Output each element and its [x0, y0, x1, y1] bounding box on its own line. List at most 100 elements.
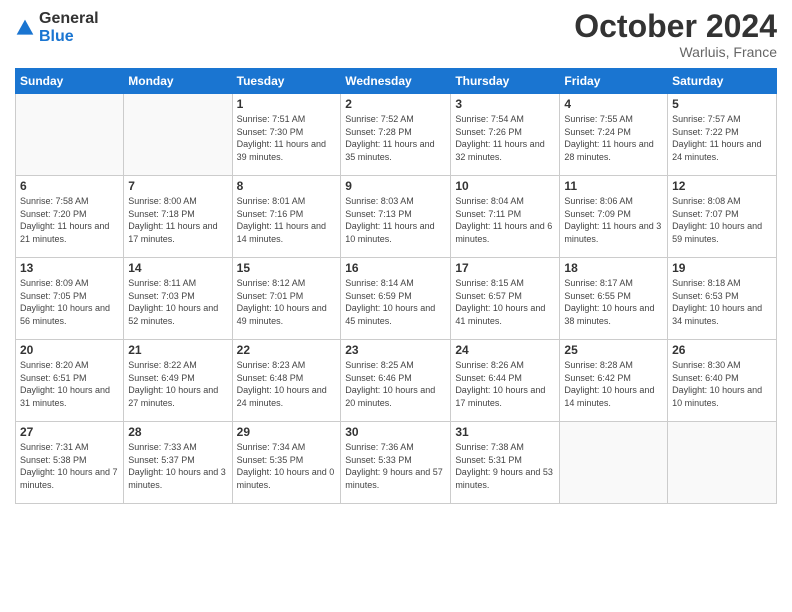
calendar-cell: 4 Sunrise: 7:55 AMSunset: 7:24 PMDaylight… [560, 94, 668, 176]
calendar-cell [560, 422, 668, 504]
calendar-cell: 20 Sunrise: 8:20 AMSunset: 6:51 PMDayligh… [16, 340, 124, 422]
day-info: Sunrise: 8:20 AMSunset: 6:51 PMDaylight:… [20, 359, 119, 409]
day-number: 14 [128, 261, 227, 275]
day-info: Sunrise: 8:11 AMSunset: 7:03 PMDaylight:… [128, 277, 227, 327]
day-info: Sunrise: 8:15 AMSunset: 6:57 PMDaylight:… [455, 277, 555, 327]
calendar-cell: 31 Sunrise: 7:38 AMSunset: 5:31 PMDayligh… [451, 422, 560, 504]
calendar-cell: 12Sunrise: 8:08 AMSunset: 7:07 PMDayligh… [668, 176, 777, 258]
header-friday: Friday [560, 69, 668, 94]
day-number: 27 [20, 425, 119, 439]
header-thursday: Thursday [451, 69, 560, 94]
month-title: October 2024 [574, 10, 777, 42]
day-info: Sunrise: 8:09 AMSunset: 7:05 PMDaylight:… [20, 277, 119, 327]
calendar-cell [668, 422, 777, 504]
day-info: Sunrise: 7:36 AMSunset: 5:33 PMDaylight:… [345, 441, 446, 491]
day-number: 11 [564, 179, 663, 193]
day-number: 20 [20, 343, 119, 357]
day-number: 13 [20, 261, 119, 275]
calendar-cell: 24 Sunrise: 8:26 AMSunset: 6:44 PMDayligh… [451, 340, 560, 422]
calendar-cell: 16 Sunrise: 8:14 AMSunset: 6:59 PMDayligh… [341, 258, 451, 340]
calendar-cell: 8 Sunrise: 8:01 AMSunset: 7:16 PMDaylight… [232, 176, 341, 258]
day-info: Sunrise: 7:58 AMSunset: 7:20 PMDaylight:… [20, 195, 119, 245]
day-info: Sunrise: 8:23 AMSunset: 6:48 PMDaylight:… [237, 359, 337, 409]
calendar-cell: 25Sunrise: 8:28 AMSunset: 6:42 PMDayligh… [560, 340, 668, 422]
logo-icon [15, 18, 35, 38]
location: Warluis, France [574, 44, 777, 60]
day-number: 17 [455, 261, 555, 275]
day-info: Sunrise: 7:38 AMSunset: 5:31 PMDaylight:… [455, 441, 555, 491]
day-info: Sunrise: 8:30 AMSunset: 6:40 PMDaylight:… [672, 359, 772, 409]
calendar-cell: 22 Sunrise: 8:23 AMSunset: 6:48 PMDayligh… [232, 340, 341, 422]
day-info: Sunrise: 8:03 AMSunset: 7:13 PMDaylight:… [345, 195, 446, 245]
calendar-cell: 18Sunrise: 8:17 AMSunset: 6:55 PMDayligh… [560, 258, 668, 340]
day-info: Sunrise: 7:34 AMSunset: 5:35 PMDaylight:… [237, 441, 337, 491]
header-saturday: Saturday [668, 69, 777, 94]
day-info: Sunrise: 8:01 AMSunset: 7:16 PMDaylight:… [237, 195, 337, 245]
day-info: Sunrise: 7:31 AMSunset: 5:38 PMDaylight:… [20, 441, 119, 491]
day-info: Sunrise: 8:18 AMSunset: 6:53 PMDaylight:… [672, 277, 772, 327]
calendar-cell: 13 Sunrise: 8:09 AMSunset: 7:05 PMDayligh… [16, 258, 124, 340]
calendar-cell: 14 Sunrise: 8:11 AMSunset: 7:03 PMDayligh… [124, 258, 232, 340]
header: General Blue October 2024 Warluis, Franc… [15, 10, 777, 60]
header-monday: Monday [124, 69, 232, 94]
day-number: 26 [672, 343, 772, 357]
day-info: Sunrise: 7:33 AMSunset: 5:37 PMDaylight:… [128, 441, 227, 491]
calendar-cell: 29 Sunrise: 7:34 AMSunset: 5:35 PMDayligh… [232, 422, 341, 504]
calendar-cell: 10 Sunrise: 8:04 AMSunset: 7:11 PMDayligh… [451, 176, 560, 258]
day-info: Sunrise: 8:26 AMSunset: 6:44 PMDaylight:… [455, 359, 555, 409]
day-info: Sunrise: 8:28 AMSunset: 6:42 PMDaylight:… [564, 359, 663, 409]
day-number: 18 [564, 261, 663, 275]
day-info: Sunrise: 7:55 AMSunset: 7:24 PMDaylight:… [564, 113, 663, 163]
day-info: Sunrise: 8:08 AMSunset: 7:07 PMDaylight:… [672, 195, 772, 245]
day-number: 29 [237, 425, 337, 439]
day-info: Sunrise: 7:54 AMSunset: 7:26 PMDaylight:… [455, 113, 555, 163]
calendar-cell: 11 Sunrise: 8:06 AMSunset: 7:09 PMDayligh… [560, 176, 668, 258]
day-number: 31 [455, 425, 555, 439]
day-number: 10 [455, 179, 555, 193]
calendar-cell: 6 Sunrise: 7:58 AMSunset: 7:20 PMDaylight… [16, 176, 124, 258]
day-info: Sunrise: 8:22 AMSunset: 6:49 PMDaylight:… [128, 359, 227, 409]
day-number: 6 [20, 179, 119, 193]
day-number: 5 [672, 97, 772, 111]
day-number: 19 [672, 261, 772, 275]
calendar-cell: 30Sunrise: 7:36 AMSunset: 5:33 PMDayligh… [341, 422, 451, 504]
day-number: 16 [345, 261, 446, 275]
calendar-cell: 1 Sunrise: 7:51 AMSunset: 7:30 PMDaylight… [232, 94, 341, 176]
calendar-cell: 15Sunrise: 8:12 AMSunset: 7:01 PMDayligh… [232, 258, 341, 340]
day-number: 24 [455, 343, 555, 357]
day-info: Sunrise: 8:12 AMSunset: 7:01 PMDaylight:… [237, 277, 337, 327]
day-info: Sunrise: 8:14 AMSunset: 6:59 PMDaylight:… [345, 277, 446, 327]
day-number: 28 [128, 425, 227, 439]
day-info: Sunrise: 7:57 AMSunset: 7:22 PMDaylight:… [672, 113, 772, 163]
calendar-cell [124, 94, 232, 176]
title-area: October 2024 Warluis, France [574, 10, 777, 60]
calendar-cell: 5 Sunrise: 7:57 AMSunset: 7:22 PMDaylight… [668, 94, 777, 176]
day-number: 21 [128, 343, 227, 357]
day-number: 3 [455, 97, 555, 111]
calendar-cell: 19 Sunrise: 8:18 AMSunset: 6:53 PMDayligh… [668, 258, 777, 340]
calendar: Sunday Monday Tuesday Wednesday Thursday… [15, 68, 777, 504]
day-number: 2 [345, 97, 446, 111]
day-info: Sunrise: 8:25 AMSunset: 6:46 PMDaylight:… [345, 359, 446, 409]
day-info: Sunrise: 8:04 AMSunset: 7:11 PMDaylight:… [455, 195, 555, 245]
day-number: 1 [237, 97, 337, 111]
calendar-cell: 3 Sunrise: 7:54 AMSunset: 7:26 PMDaylight… [451, 94, 560, 176]
page: General Blue October 2024 Warluis, Franc… [0, 0, 792, 612]
calendar-cell: 7Sunrise: 8:00 AMSunset: 7:18 PMDaylight… [124, 176, 232, 258]
day-number: 8 [237, 179, 337, 193]
logo-blue: Blue [39, 28, 74, 45]
calendar-cell: 9 Sunrise: 8:03 AMSunset: 7:13 PMDaylight… [341, 176, 451, 258]
day-info: Sunrise: 7:52 AMSunset: 7:28 PMDaylight:… [345, 113, 446, 163]
day-number: 4 [564, 97, 663, 111]
day-number: 9 [345, 179, 446, 193]
day-number: 7 [128, 179, 227, 193]
day-number: 22 [237, 343, 337, 357]
calendar-cell: 28 Sunrise: 7:33 AMSunset: 5:37 PMDayligh… [124, 422, 232, 504]
calendar-cell: 2 Sunrise: 7:52 AMSunset: 7:28 PMDaylight… [341, 94, 451, 176]
calendar-cell [16, 94, 124, 176]
day-info: Sunrise: 8:06 AMSunset: 7:09 PMDaylight:… [564, 195, 663, 245]
calendar-cell: 27 Sunrise: 7:31 AMSunset: 5:38 PMDayligh… [16, 422, 124, 504]
header-wednesday: Wednesday [341, 69, 451, 94]
calendar-cell: 26 Sunrise: 8:30 AMSunset: 6:40 PMDayligh… [668, 340, 777, 422]
day-info: Sunrise: 7:51 AMSunset: 7:30 PMDaylight:… [237, 113, 337, 163]
